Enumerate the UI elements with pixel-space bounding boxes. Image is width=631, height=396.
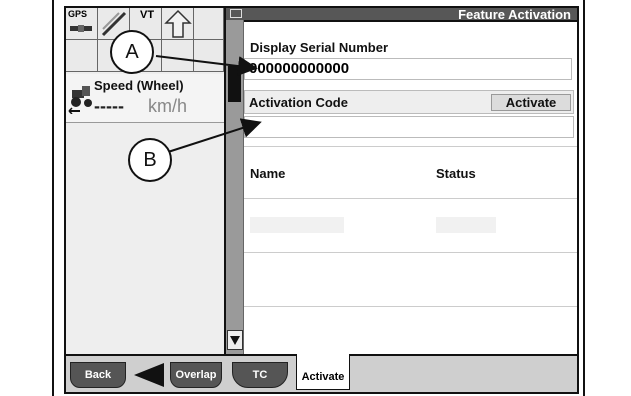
arrow-a [155, 55, 258, 76]
callout-b-label: B [143, 148, 157, 171]
callout-b: B [128, 138, 172, 182]
callout-arrows [155, 55, 262, 153]
callout-a: A [110, 30, 154, 74]
callout-a-label: A [125, 40, 139, 63]
arrow-b [167, 118, 262, 153]
